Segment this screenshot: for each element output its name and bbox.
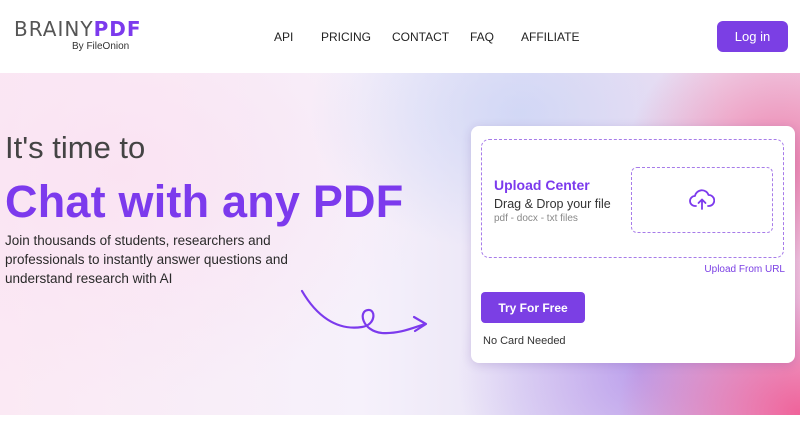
try-for-free-button[interactable]: Try For Free [481,292,585,323]
nav-item-contact[interactable]: CONTACT [392,30,449,44]
file-drop-box[interactable] [631,167,773,233]
hero-pre-title: It's time to [5,130,146,165]
main-nav: API PRICING CONTACT FAQ AFFILIATE [0,30,800,46]
upload-from-url-link[interactable]: Upload From URL [704,264,785,275]
page-bottom-strip [0,415,800,446]
upload-zone[interactable]: Upload Center Drag & Drop your file pdf … [481,139,784,258]
cloud-upload-icon [689,189,715,210]
curly-arrow-icon [300,289,428,335]
file-types-text: pdf - docx - txt files [494,213,578,224]
hero-description: Join thousands of students, researchers … [5,233,288,286]
upload-card: Upload Center Drag & Drop your file pdf … [471,126,795,363]
nav-item-affiliate[interactable]: AFFILIATE [521,30,579,44]
no-card-needed-text: No Card Needed [483,335,566,347]
hero-section: It's time to Chat with any PDF Join thou… [0,73,800,415]
nav-item-pricing[interactable]: PRICING [321,30,371,44]
site-header: BRAINYPDF By FileOnion API PRICING CONTA… [0,0,800,73]
hero-title: Chat with any PDF [5,176,404,227]
drag-drop-text: Drag & Drop your file [494,197,611,211]
upload-center-title: Upload Center [494,177,590,193]
nav-item-api[interactable]: API [274,30,293,44]
login-button[interactable]: Log in [717,21,788,52]
nav-item-faq[interactable]: FAQ [470,30,494,44]
